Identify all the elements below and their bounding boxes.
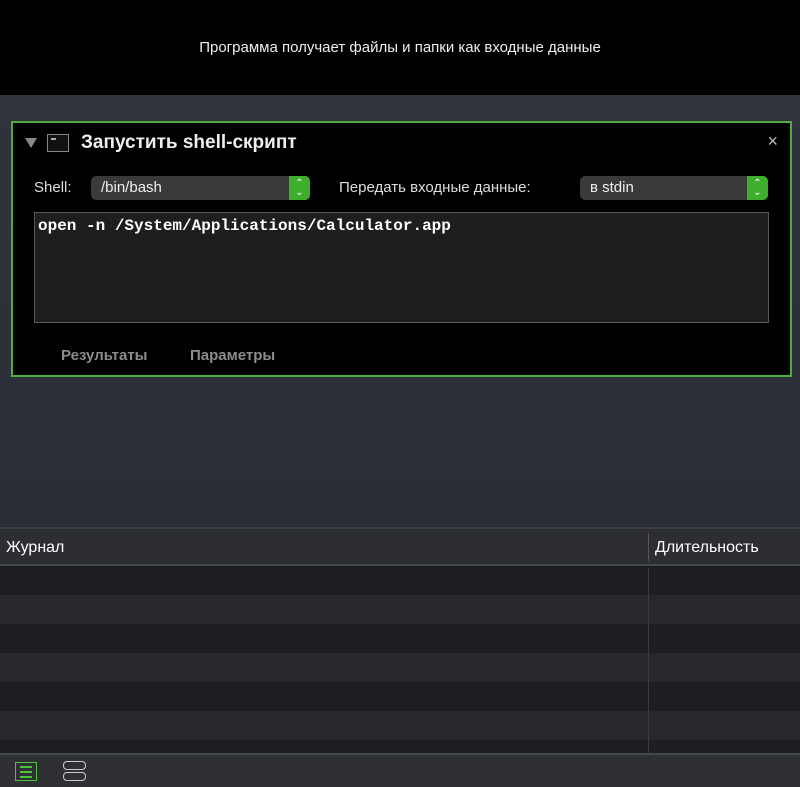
shell-value: /bin/bash: [101, 179, 162, 196]
shell-label: Shell:: [34, 179, 72, 196]
tab-results[interactable]: Результаты: [61, 347, 147, 364]
tab-options[interactable]: Параметры: [190, 347, 275, 364]
log-rows: [0, 566, 800, 740]
table-row: [0, 653, 800, 682]
pass-input-value: в stdin: [590, 179, 634, 196]
table-row: [0, 711, 800, 740]
close-icon[interactable]: ×: [767, 131, 778, 152]
column-divider[interactable]: [648, 533, 649, 561]
shell-select[interactable]: /bin/bash ⌃ ⌄: [91, 176, 310, 200]
log-header: Журнал Длительность: [0, 529, 800, 566]
split-view-icon[interactable]: [63, 761, 86, 782]
log-table: Журнал Длительность: [0, 527, 800, 755]
table-row: [0, 624, 800, 653]
terminal-icon: [47, 134, 69, 152]
column-duration[interactable]: Длительность: [655, 539, 759, 557]
collapse-triangle-icon[interactable]: [25, 138, 37, 148]
script-editor[interactable]: open -n /System/Applications/Calculator.…: [34, 212, 769, 323]
table-row: [0, 595, 800, 624]
stepper-chevrons-icon: ⌃ ⌄: [747, 176, 768, 200]
column-log[interactable]: Журнал: [6, 539, 64, 557]
run-shell-script-action[interactable]: Запустить shell-скрипт × Shell: /bin/bas…: [11, 121, 792, 377]
workflow-input-message: Программа получает файлы и папки как вхо…: [199, 39, 601, 56]
pass-input-label: Передать входные данные:: [339, 179, 531, 196]
action-title: Запустить shell-скрипт: [81, 132, 297, 153]
column-separator: [648, 568, 649, 755]
bottom-toolbar: [0, 753, 800, 787]
list-view-icon[interactable]: [15, 762, 37, 781]
stepper-chevrons-icon: ⌃ ⌄: [289, 176, 310, 200]
pass-input-select[interactable]: в stdin ⌃ ⌄: [580, 176, 768, 200]
table-row: [0, 566, 800, 595]
table-row: [0, 682, 800, 711]
workflow-info-bar: Программа получает файлы и папки как вхо…: [0, 0, 800, 95]
